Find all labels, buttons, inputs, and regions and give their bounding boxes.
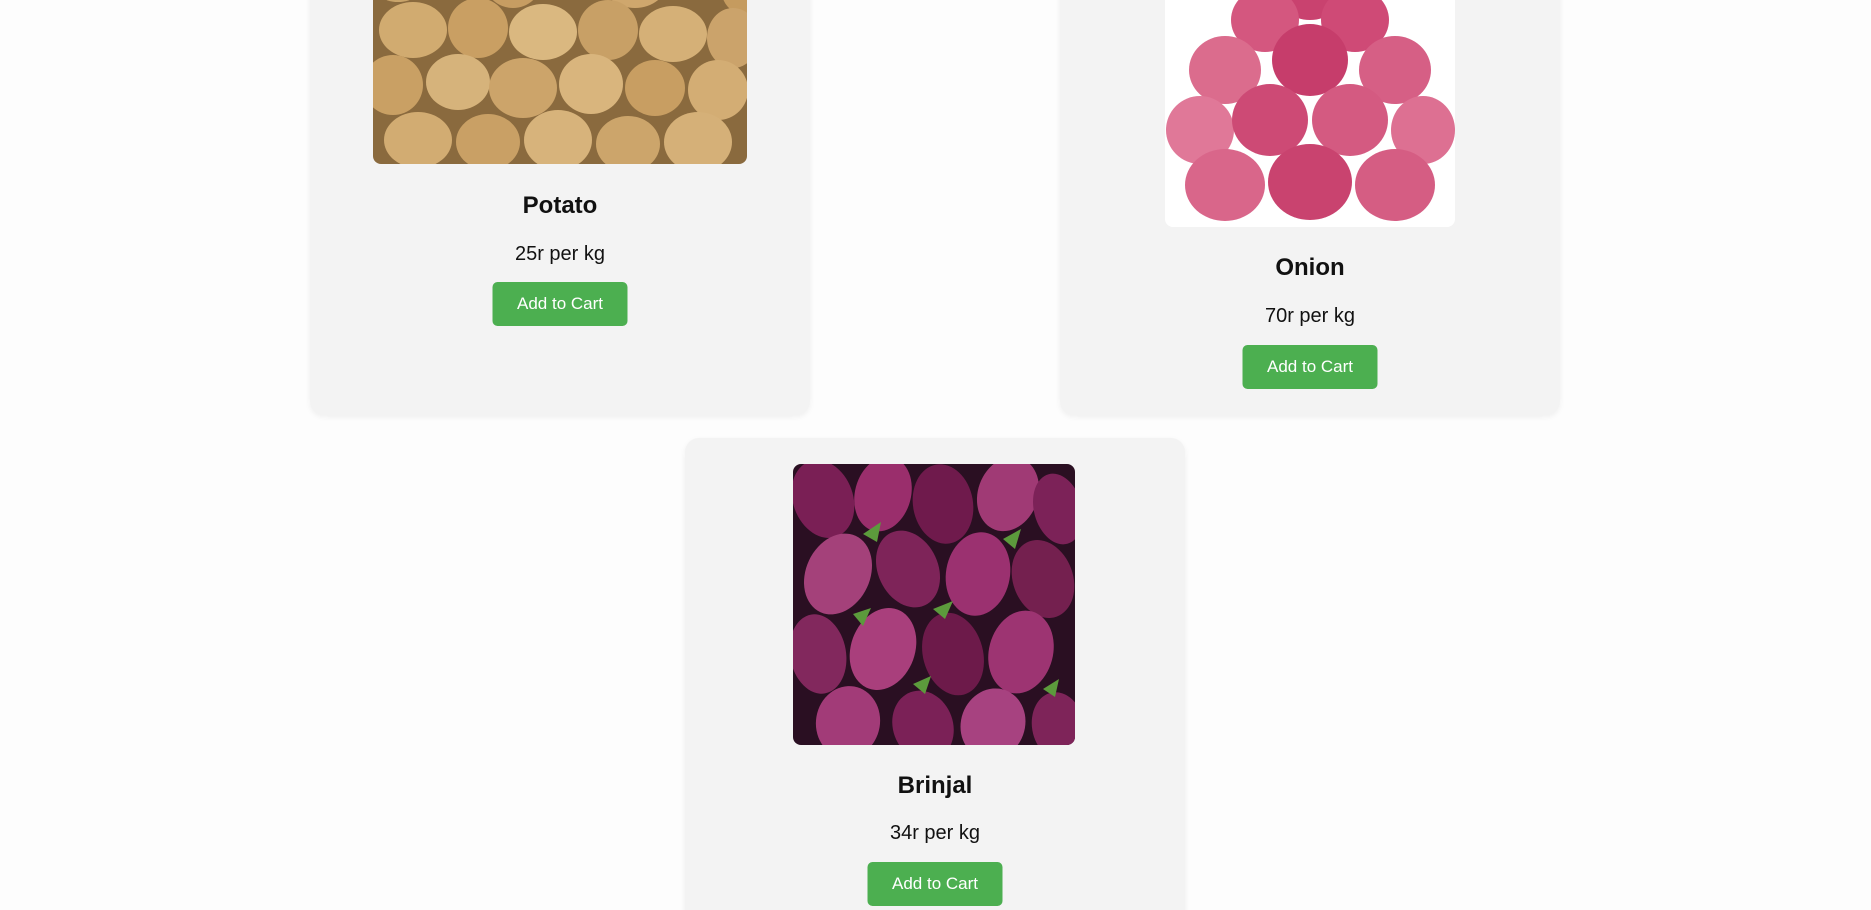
brinjal-image <box>793 464 1075 745</box>
add-to-cart-button[interactable]: Add to Cart <box>1242 345 1378 389</box>
potato-image <box>373 0 747 164</box>
product-card-brinjal: Brinjal 34r per kg Add to Cart <box>685 438 1185 910</box>
product-name: Potato <box>522 192 598 219</box>
product-grid-page: Potato 25r per kg Add to Cart Onion 70r … <box>0 0 1871 910</box>
product-card-onion: Onion 70r per kg Add to Cart <box>1060 0 1560 415</box>
product-name: Onion <box>1275 254 1345 281</box>
product-card-potato: Potato 25r per kg Add to Cart <box>310 0 810 415</box>
product-price: 25r per kg <box>514 243 606 265</box>
product-price: 70r per kg <box>1264 305 1356 327</box>
add-to-cart-button[interactable]: Add to Cart <box>492 282 628 326</box>
add-to-cart-button[interactable]: Add to Cart <box>867 862 1003 906</box>
product-price: 34r per kg <box>889 822 981 844</box>
onion-image <box>1165 0 1455 227</box>
product-name: Brinjal <box>897 772 973 799</box>
